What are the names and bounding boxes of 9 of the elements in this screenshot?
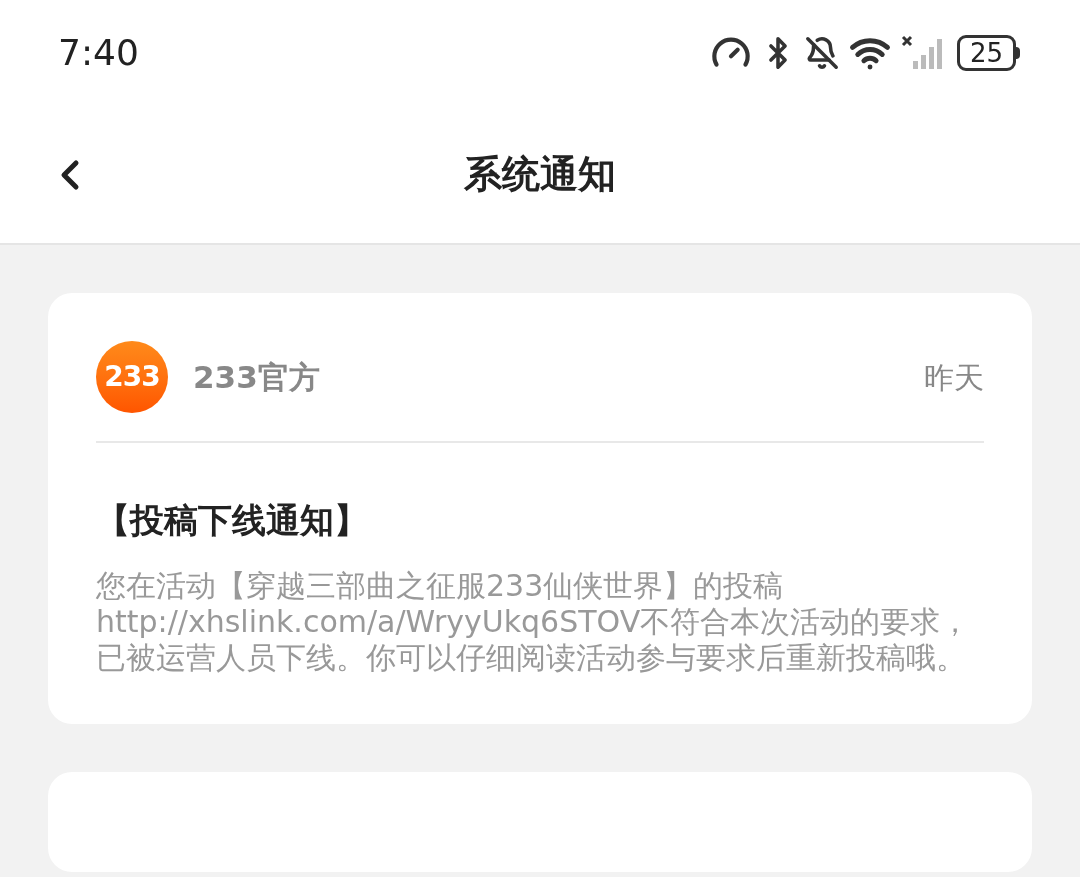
sender-name: 233官方 [193, 357, 320, 397]
battery-level: 25 [956, 34, 1016, 71]
notification-title: 【投稿下线通知】 [96, 499, 369, 542]
mute-icon [804, 35, 839, 70]
notification-time: 昨天 [924, 358, 984, 397]
notification-body: 您在活动【穿越三部曲之征服233仙侠世界】的投稿http://xhslink.com/a/WryyUkq6STOV不符合本次活动的要求，已被运营人员下线。你可以仔细阅读活动参与要求后重新投稿哦。 [96, 568, 972, 676]
page-title: 系统通知 [464, 150, 616, 198]
avatar: 233 [96, 341, 168, 413]
status-time: 7:40 [58, 30, 139, 75]
